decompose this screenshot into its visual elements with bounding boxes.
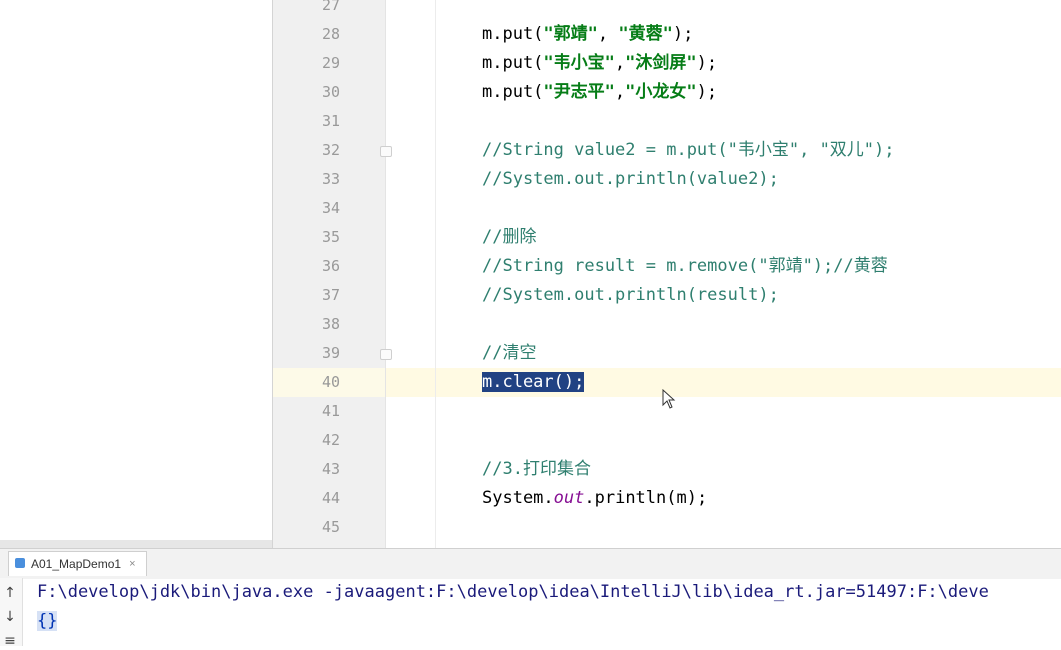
run-tab-label: A01_MapDemo1 <box>31 557 122 571</box>
code-token: m.put( <box>482 53 544 73</box>
code-token: ); <box>696 53 718 73</box>
line-number: 28 <box>321 25 340 43</box>
string-literal: "小龙女" <box>625 82 697 102</box>
code-line-37[interactable]: //System.out.println(result); <box>482 281 779 310</box>
code-line-28[interactable]: m.put("郭靖", "黄蓉"); <box>482 20 693 49</box>
line-number: 32 <box>321 141 340 159</box>
run-side-toolbar: ↑ ↓ ≡ <box>0 578 23 649</box>
line-number: 34 <box>321 199 340 217</box>
fold-gutter-divider <box>385 0 386 548</box>
line-number: 41 <box>321 402 340 420</box>
run-config-icon <box>15 558 25 568</box>
run-tool-window-header <box>0 548 1061 579</box>
up-arrow-icon[interactable]: ↑ <box>2 584 18 602</box>
line-number: 38 <box>321 315 340 333</box>
console-output-line: {} <box>37 607 58 635</box>
string-literal: "沐剑屏" <box>625 53 697 73</box>
console-output-text: {} <box>37 611 58 631</box>
code-token: , <box>614 53 626 73</box>
string-literal: "郭靖" <box>543 24 598 44</box>
code-line-33[interactable]: //System.out.println(value2); <box>482 165 779 194</box>
code-token: ); <box>672 24 694 44</box>
line-number: 36 <box>321 257 340 275</box>
code-line-32[interactable]: //String value2 = m.put("韦小宝", "双儿"); <box>482 136 895 165</box>
line-number: 45 <box>321 518 340 536</box>
code-line-40[interactable]: m.clear(); <box>482 368 585 397</box>
code-line-44[interactable]: System.out.println(m); <box>482 484 707 513</box>
code-line-39[interactable]: //清空 <box>482 339 536 368</box>
fold-marker-icon[interactable] <box>380 349 392 360</box>
line-number: 43 <box>321 460 340 478</box>
selected-text[interactable]: m.clear(); <box>482 372 585 392</box>
string-literal: "韦小宝" <box>543 53 615 73</box>
code-line-29[interactable]: m.put("韦小宝","沐剑屏"); <box>482 49 717 78</box>
indent-guide <box>435 0 436 548</box>
code-line-35[interactable]: //删除 <box>482 223 536 252</box>
down-arrow-icon[interactable]: ↓ <box>2 608 18 626</box>
code-line-36[interactable]: //String result = m.remove("郭靖");//黄蓉 <box>482 252 888 281</box>
code-token: m.put( <box>482 82 544 102</box>
line-number: 31 <box>321 112 340 130</box>
line-number: 35 <box>321 228 340 246</box>
horizontal-scrollbar[interactable] <box>0 540 272 548</box>
project-pane <box>0 0 272 548</box>
line-number: 42 <box>321 431 340 449</box>
fold-marker-icon[interactable] <box>380 146 392 157</box>
code-line-43[interactable]: //3.打印集合 <box>482 455 591 484</box>
line-number: 33 <box>321 170 340 188</box>
console-command-line: F:\develop\jdk\bin\java.exe -javaagent:F… <box>37 582 989 602</box>
static-field: out <box>553 488 585 508</box>
string-literal: "黄蓉" <box>618 24 673 44</box>
line-number: 37 <box>321 286 340 304</box>
line-number: 39 <box>321 344 340 362</box>
code-line-30[interactable]: m.put("尹志平","小龙女"); <box>482 78 717 107</box>
mouse-pointer-icon <box>662 389 676 409</box>
code-token: , <box>614 82 626 102</box>
string-literal: "尹志平" <box>543 82 615 102</box>
line-number: 30 <box>321 83 340 101</box>
code-token: System. <box>482 488 554 508</box>
soft-wrap-icon[interactable]: ≡ <box>2 632 18 650</box>
code-token: m.put( <box>482 24 544 44</box>
run-tab-mapdemo1[interactable]: A01_MapDemo1 × <box>8 551 147 576</box>
code-token: , <box>597 24 619 44</box>
code-token: ); <box>696 82 718 102</box>
line-number: 44 <box>321 489 340 507</box>
line-number: 27 <box>321 0 340 14</box>
line-number: 40 <box>321 373 340 391</box>
line-number: 29 <box>321 54 340 72</box>
code-token: .println(m); <box>584 488 708 508</box>
close-icon[interactable]: × <box>129 552 135 576</box>
